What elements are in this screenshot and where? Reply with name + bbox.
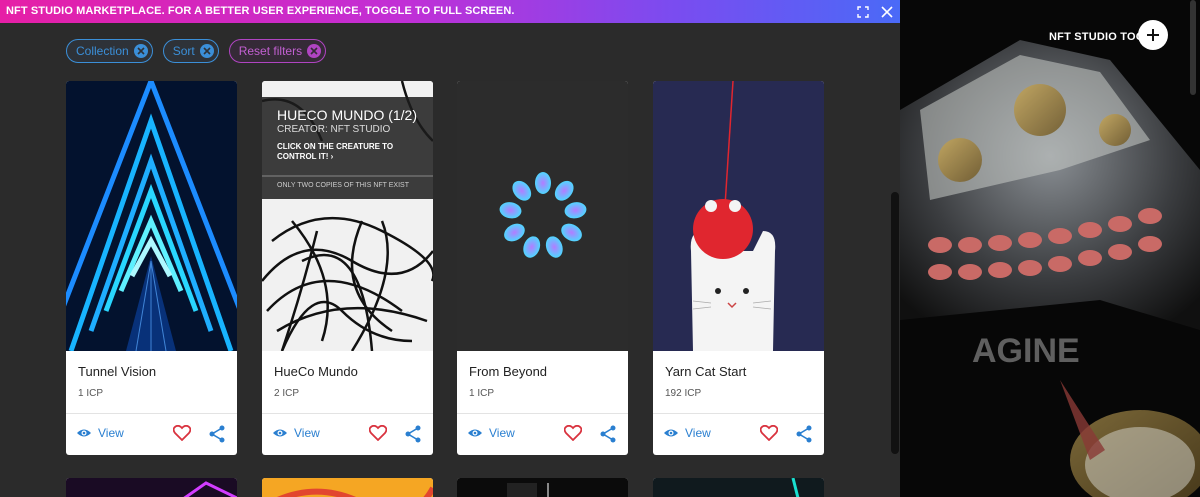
- ornate-watch-artwork: AGINE: [900, 0, 1200, 497]
- close-icon: [881, 5, 893, 18]
- nft-card[interactable]: From Beyond 1 ICP View: [457, 81, 628, 455]
- favorite-button[interactable]: [172, 424, 192, 446]
- share-button[interactable]: [209, 425, 225, 448]
- filter-chip-sort[interactable]: Sort: [162, 39, 219, 63]
- page-scrollbar[interactable]: [1190, 0, 1196, 95]
- nft-card-partial[interactable]: [653, 478, 824, 497]
- marketplace-modal: NFT STUDIO MARKETPLACE. FOR A BETTER USE…: [0, 0, 900, 497]
- overlay-title: HUECO MUNDO (1/2): [277, 107, 418, 123]
- overlay-instruction-1: CLICK ON THE CREATURE TO: [277, 142, 394, 151]
- view-button[interactable]: View: [76, 426, 124, 440]
- overlay-instruction-2[interactable]: CONTROL IT! ›: [277, 152, 333, 161]
- share-icon: [796, 425, 812, 443]
- fullscreen-button[interactable]: [856, 5, 870, 19]
- share-icon: [209, 425, 225, 443]
- remove-filter-icon[interactable]: [133, 44, 148, 58]
- nft-price: 1 ICP: [78, 388, 104, 399]
- nft-artwork-from-beyond[interactable]: [457, 81, 628, 351]
- watermark-text: AGINE: [972, 332, 1080, 370]
- nft-artwork-yarn-cat[interactable]: [653, 81, 824, 351]
- nft-name: Tunnel Vision: [78, 364, 157, 379]
- eye-icon: [273, 429, 287, 437]
- nft-artwork-hueco-mundo[interactable]: HUECO MUNDO (1/2) CREATOR: NFT STUDIO CL…: [262, 81, 433, 351]
- eye-icon: [77, 429, 91, 437]
- remove-filter-icon[interactable]: [307, 44, 322, 58]
- filter-chips: Collection Sort Reset filters: [66, 39, 327, 63]
- nft-card-partial[interactable]: [66, 478, 237, 497]
- favorite-button[interactable]: [368, 424, 388, 446]
- nft-name: Yarn Cat Start: [665, 364, 747, 379]
- nft-name: From Beyond: [469, 364, 548, 379]
- reset-filters-chip[interactable]: Reset filters: [228, 39, 327, 63]
- banner-text: NFT STUDIO MARKETPLACE. FOR A BETTER USE…: [6, 5, 515, 17]
- nft-price: 1 ICP: [469, 388, 495, 399]
- heart-icon: [368, 424, 388, 442]
- favorite-button[interactable]: [759, 424, 779, 446]
- view-label: View: [294, 426, 320, 440]
- favorite-button[interactable]: [563, 424, 583, 446]
- nft-card-partial[interactable]: [262, 478, 433, 497]
- overlay-creator: CREATOR: NFT STUDIO: [277, 124, 391, 135]
- close-button[interactable]: [880, 5, 894, 19]
- remove-filter-icon[interactable]: [199, 44, 214, 58]
- card-actions: View: [457, 414, 628, 455]
- plus-icon: [1147, 29, 1159, 41]
- view-label: View: [685, 426, 711, 440]
- fullscreen-icon: [857, 5, 869, 18]
- heart-icon: [759, 424, 779, 442]
- view-label: View: [489, 426, 515, 440]
- share-icon: [600, 425, 616, 443]
- view-label: View: [98, 426, 124, 440]
- card-actions: View: [653, 414, 824, 455]
- nft-name: HueCo Mundo: [274, 364, 358, 379]
- nft-price: 2 ICP: [274, 388, 300, 399]
- modal-scrollbar-thumb[interactable]: [891, 192, 899, 454]
- share-button[interactable]: [600, 425, 616, 448]
- nft-artwork-tunnel[interactable]: [66, 81, 237, 351]
- share-button[interactable]: [796, 425, 812, 448]
- card-actions: View: [262, 414, 433, 455]
- nft-card[interactable]: Yarn Cat Start 192 ICP View: [653, 81, 824, 455]
- view-button[interactable]: View: [272, 426, 320, 440]
- nft-card[interactable]: Tunnel Vision 1 ICP View: [66, 81, 237, 455]
- eye-icon: [664, 429, 678, 437]
- view-button[interactable]: View: [467, 426, 515, 440]
- nft-card-partial[interactable]: [457, 478, 628, 497]
- card-actions: View: [66, 414, 237, 455]
- nft-price: 192 ICP: [665, 388, 702, 399]
- view-button[interactable]: View: [663, 426, 711, 440]
- filter-chip-collection[interactable]: Collection: [66, 39, 153, 63]
- share-button[interactable]: [405, 425, 421, 448]
- background-artwork: AGINE: [900, 0, 1200, 497]
- fullscreen-banner: NFT STUDIO MARKETPLACE. FOR A BETTER USE…: [0, 0, 900, 23]
- nft-card[interactable]: HUECO MUNDO (1/2) CREATOR: NFT STUDIO CL…: [262, 81, 433, 455]
- heart-icon: [172, 424, 192, 442]
- overlay-note: ONLY TWO COPIES OF THIS NFT EXIST: [277, 182, 409, 189]
- tools-add-button[interactable]: [1138, 20, 1168, 50]
- share-icon: [405, 425, 421, 443]
- chip-label: Sort: [172, 44, 195, 58]
- eye-icon: [468, 429, 482, 437]
- heart-icon: [563, 424, 583, 442]
- chip-label: Collection: [76, 44, 129, 58]
- chip-label: Reset filters: [238, 44, 303, 58]
